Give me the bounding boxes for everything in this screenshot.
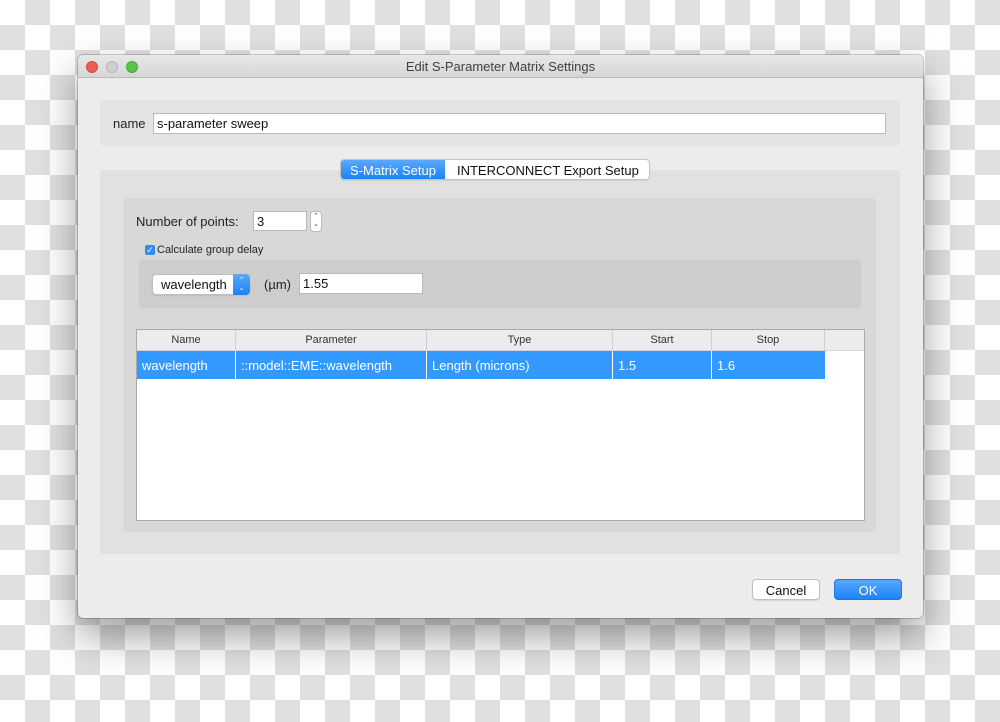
group-delay-option[interactable]: ✓ Calculate group delay — [145, 244, 263, 256]
cancel-button[interactable]: Cancel — [752, 579, 820, 600]
title-bar[interactable]: Edit S-Parameter Matrix Settings — [78, 55, 923, 78]
column-header-filler — [825, 330, 864, 351]
cell-type[interactable]: Length (microns) — [427, 351, 613, 379]
cell-parameter[interactable]: ::model::EME::wavelength — [236, 351, 427, 379]
select-arrows-icon[interactable]: ⌃ ⌄ — [233, 274, 250, 295]
sweep-table: Name Parameter Type Start Stop wavelengt… — [136, 329, 865, 521]
number-of-points-label: Number of points: — [136, 214, 239, 229]
stepper-down-icon[interactable]: ⌄ — [311, 221, 321, 229]
number-of-points-input[interactable] — [253, 211, 307, 231]
group-delay-checkbox[interactable]: ✓ — [145, 245, 155, 255]
unit-label: (µm) — [264, 277, 291, 292]
cell-stop[interactable]: 1.6 — [712, 351, 825, 379]
name-section: name — [100, 100, 900, 146]
sweep-type-select[interactable]: wavelength ⌃ ⌄ — [152, 274, 250, 295]
dialog-window: Edit S-Parameter Matrix Settings name S-… — [78, 55, 923, 618]
column-header-name[interactable]: Name — [137, 330, 236, 351]
name-input[interactable] — [153, 113, 886, 134]
stepper-up-icon[interactable]: ⌃ — [311, 213, 321, 221]
table-row[interactable]: wavelength ::model::EME::wavelength Leng… — [137, 351, 864, 379]
number-of-points-stepper[interactable]: ⌃ ⌄ — [310, 211, 322, 232]
cell-name[interactable]: wavelength — [137, 351, 236, 379]
group-delay-label[interactable]: Calculate group delay — [157, 244, 263, 256]
column-header-stop[interactable]: Stop — [712, 330, 825, 351]
s-matrix-setup-panel: Number of points: ⌃ ⌄ ✓ Calculate group … — [123, 198, 876, 532]
tab-bar: S-Matrix Setup INTERCONNECT Export Setup — [340, 159, 650, 180]
center-wavelength-input[interactable] — [299, 273, 423, 294]
column-header-start[interactable]: Start — [613, 330, 712, 351]
sweep-type-value: wavelength — [161, 277, 227, 292]
cell-start[interactable]: 1.5 — [613, 351, 712, 379]
ok-button[interactable]: OK — [834, 579, 902, 600]
sweep-parameter-section: wavelength ⌃ ⌄ (µm) — [139, 260, 861, 308]
tab-s-matrix-setup[interactable]: S-Matrix Setup — [341, 160, 445, 179]
table-header: Name Parameter Type Start Stop — [137, 330, 864, 351]
window-title: Edit S-Parameter Matrix Settings — [405, 59, 596, 74]
tab-interconnect-export-setup[interactable]: INTERCONNECT Export Setup — [445, 160, 649, 179]
tab-panel: Number of points: ⌃ ⌄ ✓ Calculate group … — [100, 170, 900, 554]
name-label: name — [113, 116, 146, 131]
column-header-type[interactable]: Type — [427, 330, 613, 351]
column-header-parameter[interactable]: Parameter — [236, 330, 427, 351]
